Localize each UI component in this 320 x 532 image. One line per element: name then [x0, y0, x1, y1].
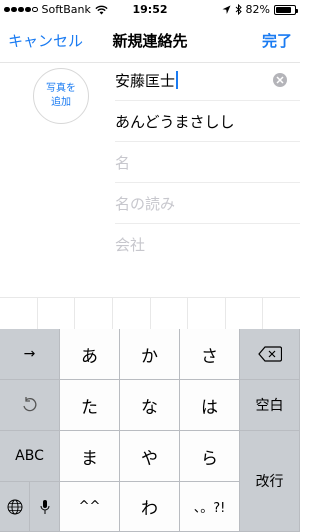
candidate-slot[interactable] — [263, 298, 300, 329]
add-photo-button[interactable]: 写真を 追加 — [33, 68, 89, 124]
company-field[interactable]: 会社 — [115, 224, 290, 264]
key-na[interactable]: な — [120, 380, 180, 431]
key-ya[interactable]: や — [120, 431, 180, 482]
company-placeholder: 会社 — [115, 235, 146, 254]
key-ra[interactable]: ら — [180, 431, 240, 482]
key-next-candidate[interactable]: → — [0, 329, 60, 380]
status-bar: SoftBank 19:52 82% — [0, 0, 300, 20]
first-name-reading-placeholder: 名の読み — [115, 194, 176, 213]
key-undo[interactable] — [0, 380, 60, 431]
candidate-slot[interactable] — [38, 298, 76, 329]
key-space[interactable]: 空白 — [240, 380, 300, 431]
battery-icon — [274, 4, 298, 15]
candidate-slot[interactable] — [0, 298, 38, 329]
undo-icon — [22, 397, 36, 412]
clear-text-icon[interactable] — [273, 73, 287, 87]
key-abc[interactable]: ABC — [0, 431, 60, 482]
navigation-bar: キャンセル 新規連絡先 完了 — [0, 20, 300, 62]
key-ka[interactable]: か — [120, 329, 180, 380]
cancel-button[interactable]: キャンセル — [8, 30, 83, 51]
candidate-bar — [0, 297, 300, 329]
done-button[interactable]: 完了 — [262, 30, 292, 51]
key-a[interactable]: あ — [60, 329, 120, 380]
microphone-icon — [40, 499, 49, 514]
globe-icon — [7, 499, 22, 514]
candidate-slot[interactable] — [188, 298, 226, 329]
battery-percent: 82% — [245, 3, 270, 16]
last-name-field[interactable]: 安藤匡士 — [115, 60, 290, 100]
first-name-reading-field[interactable]: 名の読み — [115, 183, 290, 223]
candidate-slot[interactable] — [75, 298, 113, 329]
candidate-slot[interactable] — [113, 298, 151, 329]
keyboard: → あ か さ た な は 空白 ABC ま や ら 改行 ^^ わ 、。?! — [0, 329, 300, 532]
last-name-reading-field[interactable]: あんどうまさしし — [115, 101, 290, 141]
add-photo-label-line2: 追加 — [51, 97, 71, 108]
key-ha[interactable]: は — [180, 380, 240, 431]
key-ta[interactable]: た — [60, 380, 120, 431]
last-name-value: 安藤匡士 — [115, 71, 176, 90]
first-name-field[interactable]: 名 — [115, 142, 290, 182]
key-ma[interactable]: ま — [60, 431, 120, 482]
key-globe[interactable] — [0, 482, 30, 532]
add-photo-label-line1: 写真を — [46, 83, 76, 94]
text-cursor — [176, 71, 179, 89]
backspace-icon — [257, 346, 282, 362]
carrier-label: SoftBank — [41, 3, 91, 16]
key-punctuation[interactable]: 、。?! — [180, 482, 240, 532]
last-name-reading-value: あんどうまさしし — [115, 112, 235, 131]
signal-strength-icon — [4, 6, 38, 13]
key-return[interactable]: 改行 — [240, 431, 300, 532]
first-name-placeholder: 名 — [115, 153, 131, 172]
status-right: 82% — [222, 3, 298, 16]
status-left: SoftBank — [4, 3, 108, 16]
key-backspace[interactable] — [240, 329, 300, 380]
key-wa[interactable]: わ — [120, 482, 180, 532]
key-emoticon[interactable]: ^^ — [60, 482, 120, 532]
key-sa[interactable]: さ — [180, 329, 240, 380]
wifi-icon — [95, 5, 108, 14]
candidate-slot[interactable] — [226, 298, 264, 329]
location-arrow-icon — [222, 5, 231, 14]
key-microphone[interactable] — [30, 482, 60, 532]
bluetooth-icon — [235, 4, 242, 15]
candidate-slot[interactable] — [151, 298, 189, 329]
